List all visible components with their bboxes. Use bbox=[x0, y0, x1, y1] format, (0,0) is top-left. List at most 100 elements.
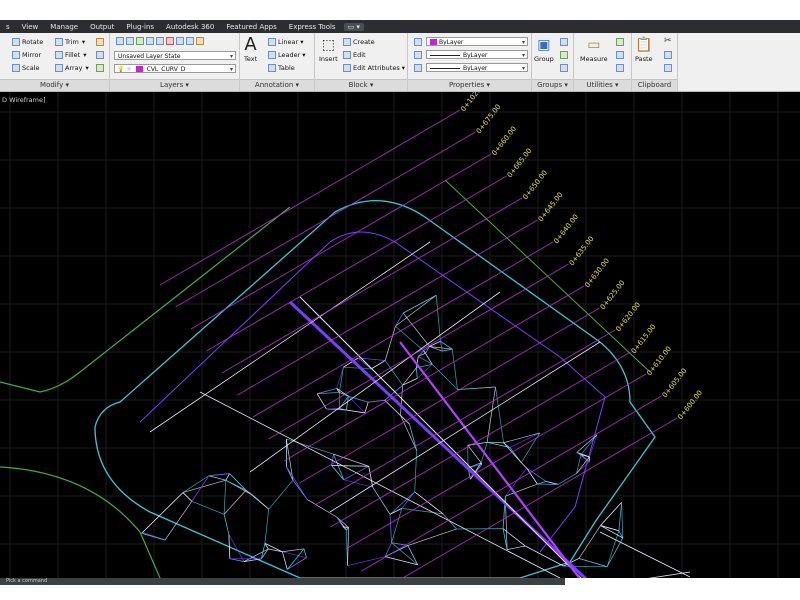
paste-icon: 📋 bbox=[635, 37, 653, 53]
mesh-edge bbox=[223, 490, 247, 515]
mesh-edge bbox=[182, 475, 209, 493]
annotation-panel-title[interactable]: Annotation ▾ bbox=[240, 79, 314, 91]
layer-state-dropdown[interactable]: Unsaved Layer State bbox=[114, 51, 236, 60]
copy-clip-icon[interactable] bbox=[664, 64, 672, 72]
linear-button[interactable]: Linear ▾ bbox=[268, 38, 303, 46]
window-top-strip bbox=[0, 0, 800, 20]
mesh-edge bbox=[537, 481, 547, 485]
mesh-edge bbox=[578, 558, 608, 568]
mesh-edge bbox=[401, 491, 415, 509]
linear-dimension-icon bbox=[268, 38, 276, 46]
block-panel-title[interactable]: Block ▾ bbox=[315, 79, 407, 91]
match-properties-icon[interactable] bbox=[414, 38, 422, 46]
mesh-edge bbox=[621, 502, 624, 538]
modify-panel-title[interactable]: Modify ▾ bbox=[0, 79, 109, 91]
calculator-icon[interactable] bbox=[616, 51, 624, 59]
mesh-edge bbox=[526, 467, 538, 485]
group-edit-icon[interactable] bbox=[560, 51, 568, 59]
mesh-edge bbox=[402, 367, 417, 386]
station-line bbox=[175, 131, 476, 308]
lineweight-dropdown[interactable]: ByLayer bbox=[426, 63, 528, 72]
drawing-canvas[interactable]: D Wireframe] 0+102.81 0+675.00 0+660.00 0+6… bbox=[0, 92, 800, 578]
ribbon-toggle-button[interactable]: ▭ ▾ bbox=[343, 22, 364, 31]
edit-block-button[interactable]: Edit bbox=[343, 51, 366, 59]
mesh-edge bbox=[282, 551, 288, 570]
id-point-icon[interactable] bbox=[616, 64, 624, 72]
menu-item-express-tools[interactable]: Express Tools bbox=[283, 23, 342, 31]
array-button[interactable]: Array ▾ bbox=[55, 64, 89, 72]
mesh-edge bbox=[371, 360, 386, 370]
linetype-dropdown[interactable]: ByLayer bbox=[426, 50, 528, 59]
mesh-edge bbox=[503, 442, 522, 463]
layer-properties-icon[interactable] bbox=[116, 37, 124, 45]
menu-item-manage[interactable]: Manage bbox=[44, 23, 84, 31]
station-label: 0+665.00 bbox=[506, 147, 534, 179]
list-icon[interactable] bbox=[414, 51, 422, 59]
scale-icon bbox=[12, 64, 20, 72]
utilities-panel-title[interactable]: Utilities ▾ bbox=[574, 79, 631, 91]
edit-block-icon bbox=[343, 51, 351, 59]
current-layer-dropdown[interactable]: 💡 ☼ CVL_CURV_D bbox=[114, 64, 236, 73]
menu-item-featured-apps[interactable]: Featured Apps bbox=[220, 23, 282, 31]
menu-item-plugins[interactable]: Plug-ins bbox=[120, 23, 160, 31]
mesh-edge bbox=[618, 502, 622, 531]
insert-button[interactable]: ⬚ Insert bbox=[319, 35, 338, 63]
group-icon: ▣ bbox=[537, 37, 551, 53]
mesh-edge bbox=[229, 558, 245, 562]
transparency-icon[interactable] bbox=[414, 64, 422, 72]
mesh-edge bbox=[402, 312, 430, 347]
join-icon[interactable] bbox=[96, 51, 106, 59]
trim-button[interactable]: Trim ▾ bbox=[55, 38, 85, 46]
quick-select-icon[interactable] bbox=[616, 38, 624, 46]
rotate-button[interactable]: Rotate bbox=[12, 38, 43, 46]
mesh-edge bbox=[486, 386, 496, 443]
mesh-edge bbox=[287, 548, 305, 570]
edit-attributes-button[interactable]: Edit Attributes ▾ bbox=[343, 64, 405, 72]
linetype-preview bbox=[430, 55, 460, 56]
cut-icon[interactable]: ✂ bbox=[664, 36, 672, 46]
paste-button[interactable]: 📋 Paste bbox=[635, 35, 653, 63]
menu-item-view[interactable]: View bbox=[16, 23, 45, 31]
copy-icon[interactable] bbox=[664, 51, 672, 59]
groups-panel-title[interactable]: Groups ▾ bbox=[532, 79, 573, 91]
properties-panel: ByLayer ByLayer ByLayer Properties ▾ bbox=[408, 33, 532, 91]
explode-icon[interactable] bbox=[96, 64, 106, 72]
layer-on-icon[interactable] bbox=[136, 37, 144, 45]
group-select-icon[interactable] bbox=[560, 64, 568, 72]
mesh-edge bbox=[268, 479, 294, 510]
fillet-button[interactable]: Fillet ▾ bbox=[55, 51, 87, 59]
clipboard-panel-title[interactable]: Clipboard bbox=[632, 79, 677, 91]
scale-button[interactable]: Scale bbox=[12, 64, 40, 72]
layer-isolate-icon[interactable] bbox=[166, 37, 174, 45]
mesh-edge bbox=[395, 325, 424, 351]
text-button[interactable]: A Text bbox=[244, 35, 257, 64]
viewport-label[interactable]: D Wireframe] bbox=[2, 96, 46, 104]
create-block-button[interactable]: Create bbox=[343, 38, 375, 46]
leader-button[interactable]: Leader ▾ bbox=[268, 51, 306, 59]
measure-button[interactable]: ▭ Measure bbox=[580, 35, 608, 63]
station-label: 0+620.00 bbox=[614, 301, 642, 333]
layers-panel-title[interactable]: Layers ▾ bbox=[110, 79, 239, 91]
group-button[interactable]: ▣ Group bbox=[534, 35, 554, 63]
menu-item-output[interactable]: Output bbox=[84, 23, 120, 31]
properties-panel-title[interactable]: Properties ▾ bbox=[408, 79, 531, 91]
layer-previous-icon[interactable] bbox=[186, 37, 194, 45]
mirror-button[interactable]: Mirror bbox=[12, 51, 41, 59]
table-button[interactable]: Table bbox=[268, 64, 295, 72]
layer-lock-icon[interactable] bbox=[156, 37, 164, 45]
station-label: 0+600.00 bbox=[676, 389, 704, 421]
pencil-icon[interactable] bbox=[96, 38, 106, 46]
layer-match-icon[interactable] bbox=[176, 37, 184, 45]
modify-panel: Rotate Trim ▾ Mirror Fillet ▾ Scale Array ▾… bbox=[0, 33, 110, 91]
layer-freeze-icon[interactable] bbox=[146, 37, 154, 45]
menu-item-partial[interactable]: s bbox=[0, 23, 16, 31]
command-line[interactable]: Pick a command bbox=[0, 578, 565, 585]
layer-walk-icon[interactable] bbox=[196, 37, 204, 45]
mesh-edge bbox=[400, 415, 417, 451]
menu-item-autodesk360[interactable]: Autodesk 360 bbox=[160, 23, 220, 31]
layer-icon[interactable] bbox=[126, 37, 134, 45]
color-dropdown[interactable]: ByLayer bbox=[426, 37, 528, 46]
ungroup-icon[interactable] bbox=[560, 38, 568, 46]
annotation-panel: A Text Linear ▾ Leader ▾ Table Annotation ▾ bbox=[240, 33, 315, 91]
measure-icon: ▭ bbox=[587, 37, 601, 53]
